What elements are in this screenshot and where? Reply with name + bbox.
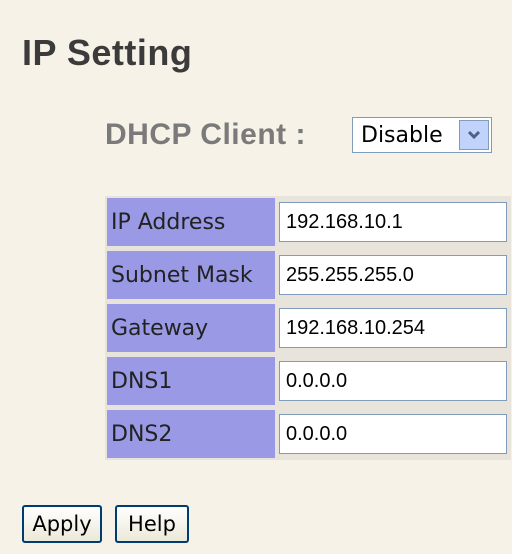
dhcp-client-select[interactable]: Disable — [352, 117, 492, 153]
subnet-mask-field[interactable] — [279, 255, 507, 295]
gateway-row: Gateway — [105, 302, 511, 354]
chevron-down-icon[interactable] — [459, 120, 489, 150]
ip-address-label: IP Address — [107, 198, 275, 246]
dhcp-client-label: DHCP Client : — [105, 118, 306, 151]
dhcp-client-selected-value: Disable — [361, 122, 443, 148]
ip-address-row: IP Address — [105, 196, 511, 248]
dns1-label: DNS1 — [107, 357, 275, 405]
dns1-field[interactable] — [279, 361, 507, 401]
gateway-field[interactable] — [279, 308, 507, 348]
dns1-row: DNS1 — [105, 355, 511, 407]
subnet-mask-row: Subnet Mask — [105, 249, 511, 301]
dns2-label: DNS2 — [107, 410, 275, 458]
dns2-field[interactable] — [279, 414, 507, 454]
gateway-label: Gateway — [107, 304, 275, 352]
page-title: IP Setting — [22, 32, 193, 73]
apply-button[interactable]: Apply — [22, 505, 102, 543]
ip-settings-table: IP Address Subnet Mask Gateway DNS1 DNS2 — [105, 196, 511, 460]
ip-address-field[interactable] — [279, 202, 507, 242]
help-button[interactable]: Help — [115, 505, 189, 543]
dns2-row: DNS2 — [105, 408, 511, 460]
subnet-mask-label: Subnet Mask — [107, 251, 275, 299]
